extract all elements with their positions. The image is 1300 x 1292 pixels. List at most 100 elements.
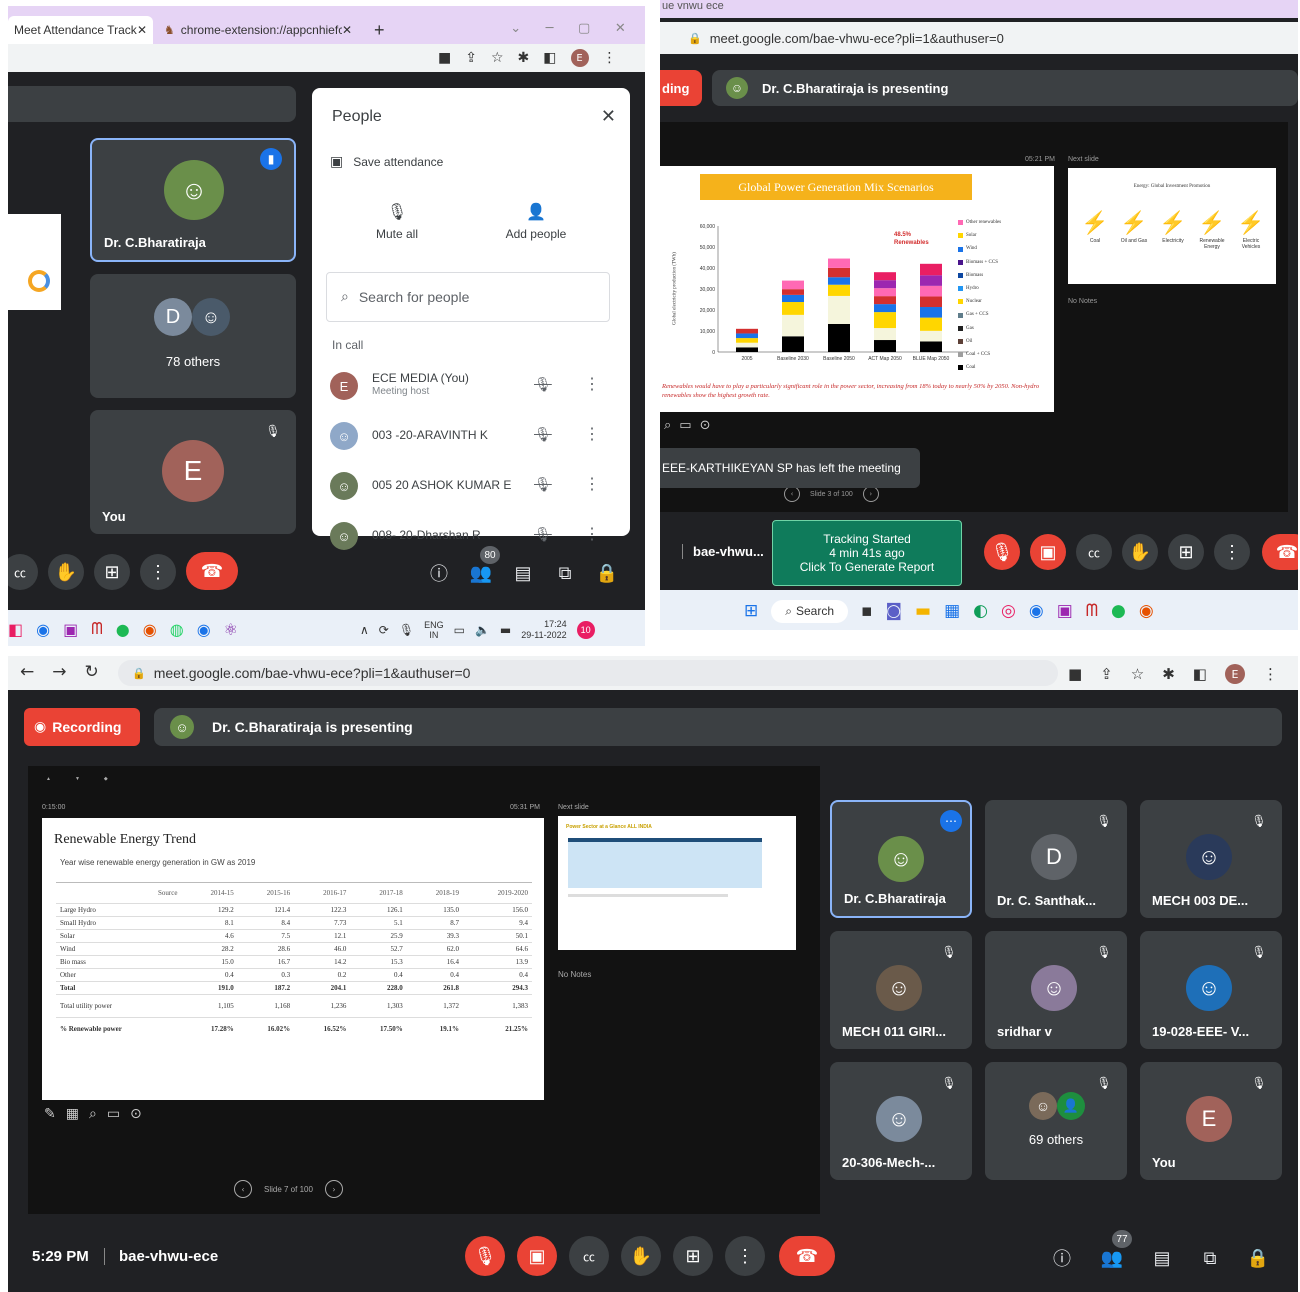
chevron-up-icon[interactable]: ∧ bbox=[360, 623, 369, 637]
more-icon[interactable]: ⋮ bbox=[584, 424, 600, 444]
self-tile[interactable]: E 🎙 You bbox=[90, 410, 296, 534]
menu-icon[interactable]: ⋮ bbox=[603, 50, 617, 66]
tab-label[interactable]: ue vnwu ece bbox=[662, 0, 724, 12]
app-icon[interactable]: ◎ bbox=[1001, 601, 1016, 621]
host-controls-icon[interactable]: 🔒 bbox=[1244, 1244, 1272, 1272]
activities-icon[interactable]: ⧉ bbox=[1196, 1244, 1224, 1272]
prev-slide-icon[interactable]: ‹ bbox=[784, 486, 800, 502]
spotify-icon[interactable]: ● bbox=[1111, 601, 1126, 621]
chat-icon[interactable]: ▤ bbox=[510, 560, 536, 586]
participant-tile[interactable]: ☺ 19-028-EEE- V... 🎙 bbox=[1140, 931, 1282, 1049]
star-icon[interactable]: ☆ bbox=[491, 50, 504, 66]
volume-icon[interactable]: 🔈 bbox=[475, 623, 490, 637]
app-icon[interactable]: ▣ bbox=[63, 620, 78, 639]
forward-icon[interactable]: → bbox=[52, 662, 66, 682]
present-button[interactable]: ⊞ bbox=[673, 1236, 713, 1276]
camera-off-button[interactable]: ▣ bbox=[517, 1236, 557, 1276]
info-icon[interactable]: ⓘ bbox=[1048, 1244, 1076, 1272]
recording-chip[interactable]: ding bbox=[660, 70, 702, 106]
language-indicator[interactable]: ENG IN bbox=[424, 620, 444, 640]
participant-tile[interactable]: ☺ MECH 011 GIRI... 🎙 bbox=[830, 931, 972, 1049]
more-icon[interactable]: ⋮ bbox=[584, 474, 600, 494]
participant-row[interactable]: ☺ 003 -20-ARAVINTH K 🎙 ⋮ bbox=[312, 414, 630, 464]
toolbar-item[interactable]: ▲ bbox=[46, 776, 51, 782]
presenter-tile[interactable]: ☺ ▮ Dr. C.Bharatiraja bbox=[90, 138, 296, 262]
chrome-icon[interactable]: ◉ bbox=[143, 620, 157, 639]
more-icon[interactable]: ⋯ bbox=[940, 810, 962, 832]
app-icon[interactable]: ⚛ bbox=[224, 620, 238, 639]
camera-off-button[interactable]: ▣ bbox=[1030, 534, 1066, 570]
chat-icon[interactable]: ▤ bbox=[1148, 1244, 1176, 1272]
sync-icon[interactable]: ⟳ bbox=[379, 623, 389, 637]
tracking-report-button[interactable]: Tracking Started 4 min 41s ago Click To … bbox=[772, 520, 962, 586]
minimize-icon[interactable]: ─ bbox=[546, 16, 554, 40]
toolbar-item[interactable]: ◆ bbox=[104, 776, 108, 782]
chrome-icon[interactable]: ◉ bbox=[1029, 601, 1044, 621]
close-icon[interactable]: ✕ bbox=[342, 23, 352, 37]
zoom-icon[interactable]: ⌕ bbox=[89, 1106, 97, 1122]
whatsapp-icon[interactable]: ◍ bbox=[170, 620, 184, 639]
star-icon[interactable]: ☆ bbox=[1131, 665, 1144, 683]
battery-icon[interactable]: ▬ bbox=[500, 623, 511, 637]
add-people-button[interactable]: 👤 Add people bbox=[496, 202, 576, 241]
raise-hand-button[interactable]: ✋ bbox=[1122, 534, 1158, 570]
app-icon[interactable]: ◧ bbox=[8, 620, 23, 639]
participant-row[interactable]: ☺ 005 20 ASHOK KUMAR E 🎙 ⋮ bbox=[312, 464, 630, 514]
search-people-input[interactable]: ⌕ Search for people bbox=[326, 272, 610, 322]
puzzle-icon[interactable]: ✱ bbox=[1162, 665, 1175, 683]
present-button[interactable]: ⊞ bbox=[94, 554, 130, 590]
next-slide-icon[interactable]: › bbox=[324, 1180, 343, 1198]
taskbar-search[interactable]: ⌕ Search bbox=[771, 599, 849, 623]
share-icon[interactable]: ⇪ bbox=[1100, 665, 1113, 683]
people-icon[interactable]: 👥 bbox=[1098, 1244, 1126, 1272]
captions-button[interactable]: ㏄ bbox=[1076, 534, 1112, 570]
edge-icon[interactable]: ◐ bbox=[973, 601, 988, 621]
raise-hand-button[interactable]: ✋ bbox=[621, 1236, 661, 1276]
network-icon[interactable]: ▭ bbox=[454, 623, 465, 637]
present-icon[interactable]: ▭ bbox=[107, 1106, 120, 1122]
new-tab-button[interactable]: + bbox=[374, 16, 385, 44]
activities-icon[interactable]: ⧉ bbox=[552, 560, 578, 586]
task-view-icon[interactable]: ▪ bbox=[861, 601, 873, 621]
participant-row[interactable]: ☺ 008- 20-Dharshan R 🎙 ⋮ bbox=[312, 514, 630, 564]
more-icon[interactable]: ⊙ bbox=[130, 1106, 142, 1122]
chrome-icon[interactable]: ◉ bbox=[36, 620, 50, 639]
save-attendance-button[interactable]: ▣ Save attendance bbox=[330, 154, 443, 170]
end-call-button[interactable]: ☎ bbox=[1262, 534, 1298, 570]
camera-icon[interactable]: ■ bbox=[438, 50, 451, 66]
mic-off-button[interactable]: 🎙 bbox=[465, 1236, 505, 1276]
next-slide-icon[interactable]: › bbox=[862, 486, 879, 502]
store-icon[interactable]: ▦ bbox=[944, 601, 960, 621]
more-options-button[interactable]: ⋮ bbox=[1214, 534, 1250, 570]
captions-button[interactable]: ㏄ bbox=[569, 1236, 609, 1276]
close-icon[interactable]: ✕ bbox=[137, 23, 147, 37]
participant-tile[interactable]: ☺ sridhar v 🎙 bbox=[985, 931, 1127, 1049]
close-icon[interactable]: ✕ bbox=[601, 106, 616, 127]
chrome-icon[interactable]: ◉ bbox=[1139, 601, 1154, 621]
more-icon[interactable]: ⊙ bbox=[700, 418, 711, 433]
participant-tile[interactable]: E You 🎙 bbox=[1140, 1062, 1282, 1180]
menu-icon[interactable]: ⋮ bbox=[1263, 665, 1278, 683]
close-window-icon[interactable]: ✕ bbox=[615, 16, 626, 40]
participant-tile[interactable]: ☺ 👤 69 others 🎙 bbox=[985, 1062, 1127, 1180]
pen-icon[interactable]: ✎ bbox=[44, 1106, 56, 1122]
address-bar[interactable]: 🔒 meet.google.com/bae-vhwu-ece?pli=1&aut… bbox=[118, 660, 1058, 686]
tab-extension[interactable]: ♞ chrome-extension://appcnhiefc ✕ bbox=[158, 16, 358, 44]
spotify-icon[interactable]: ● bbox=[116, 620, 130, 639]
folder-icon[interactable]: ▬ bbox=[915, 601, 931, 621]
tab-attendance[interactable]: Meet Attendance Tracke ✕ bbox=[8, 16, 153, 44]
camera-icon[interactable]: ■ bbox=[1068, 665, 1082, 683]
participant-tile[interactable]: ☺ Dr. C.Bharatiraja ⋯ bbox=[830, 800, 972, 918]
participant-tile[interactable]: ☺ MECH 003 DE... 🎙 bbox=[1140, 800, 1282, 918]
mic-off-button[interactable]: 🎙 bbox=[984, 534, 1020, 570]
zoom-icon[interactable]: ⌕ bbox=[664, 418, 671, 433]
profile-avatar[interactable]: E bbox=[570, 49, 589, 67]
more-icon[interactable]: ⋮ bbox=[584, 524, 600, 544]
share-icon[interactable]: ⇪ bbox=[465, 50, 477, 66]
captions-button[interactable]: ㏄ bbox=[8, 554, 38, 590]
recording-chip[interactable]: ◉ Recording bbox=[24, 708, 140, 746]
more-options-button[interactable]: ⋮ bbox=[140, 554, 176, 590]
mute-all-button[interactable]: 🎙 Mute all bbox=[362, 202, 432, 241]
mcafee-icon[interactable]: ᗰ bbox=[91, 619, 103, 639]
present-button[interactable]: ⊞ bbox=[1168, 534, 1204, 570]
